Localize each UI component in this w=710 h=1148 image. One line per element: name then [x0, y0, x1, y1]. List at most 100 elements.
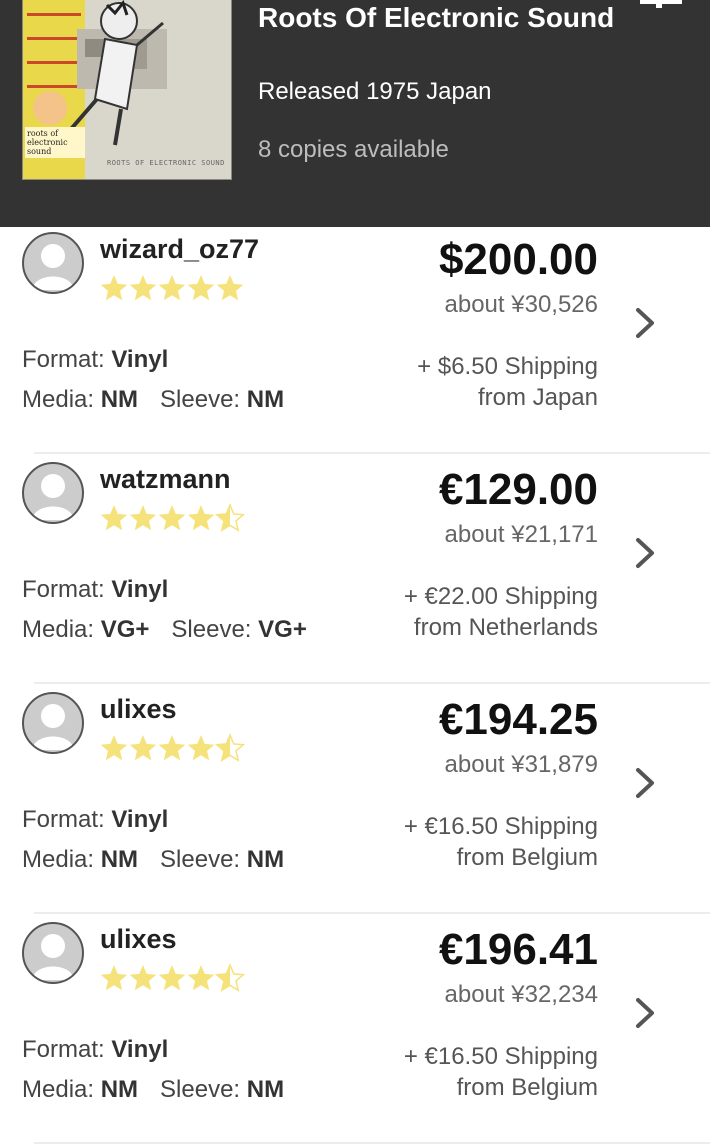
format-label: Format:: [22, 1036, 105, 1063]
listing-row[interactable]: wizard_oz77 $200.00 about ¥30,526 + $6.5…: [0, 228, 710, 458]
sleeve-label: Sleeve:: [160, 1076, 241, 1103]
rating-star-icon: [100, 965, 128, 991]
format-value: Vinyl: [111, 346, 169, 373]
seller-name[interactable]: watzmann: [100, 462, 231, 496]
listing-price: $200.00: [438, 235, 598, 284]
condition-info: Media: NM Sleeve: NM: [22, 845, 284, 875]
ships-from: from Belgium: [456, 844, 598, 871]
shipping-cost: + €16.50 Shipping: [403, 1043, 598, 1070]
format-label: Format:: [22, 576, 105, 603]
release-info: Released 1975 Japan: [258, 78, 492, 105]
seller-avatar: [22, 462, 84, 524]
rating-star-icon: [187, 505, 215, 531]
listing-price: €194.25: [438, 695, 598, 744]
format-value: Vinyl: [111, 1036, 169, 1063]
user-silhouette-icon: [32, 244, 74, 290]
condition-info: Media: VG+ Sleeve: VG+: [22, 615, 307, 645]
listing-row[interactable]: ulixes €196.41 about ¥32,234 + €16.50 Sh…: [0, 918, 710, 1148]
seller-rating-stars: [100, 963, 246, 992]
seller-avatar: [22, 692, 84, 754]
copies-available: 8 copies available: [258, 136, 449, 163]
ships-from: from Netherlands: [413, 614, 598, 641]
rating-star-icon: [187, 735, 215, 761]
media-label: Media:: [22, 846, 95, 873]
listing-divider: [34, 912, 710, 914]
sleeve-label: Sleeve:: [160, 386, 241, 413]
seller-name[interactable]: ulixes: [100, 922, 177, 956]
converted-price: about ¥21,171: [444, 521, 598, 548]
format-value: Vinyl: [111, 806, 169, 833]
rating-star-icon: [129, 505, 157, 531]
media-grade: NM: [100, 1076, 139, 1103]
format-label: Format:: [22, 806, 105, 833]
chevron-right-icon[interactable]: [632, 536, 658, 570]
format-info: Format: Vinyl: [22, 345, 168, 375]
user-silhouette-icon: [32, 934, 74, 980]
sleeve-grade: NM: [246, 846, 285, 873]
sleeve-grade: VG+: [258, 616, 307, 643]
rating-star-icon: [158, 735, 186, 761]
converted-price: about ¥31,879: [444, 751, 598, 778]
ships-from: from Japan: [477, 384, 598, 411]
album-cover-image[interactable]: roots of electronic sound ROOTS OF ELECT…: [22, 0, 232, 180]
cover-title-text: roots of electronic sound: [25, 127, 85, 158]
media-grade: VG+: [100, 616, 150, 643]
rating-star-icon: [187, 275, 215, 301]
listing-row[interactable]: ulixes €194.25 about ¥31,879 + €16.50 Sh…: [0, 688, 710, 918]
shipping-cost: + €22.00 Shipping: [403, 583, 598, 610]
rating-star-icon: [216, 275, 244, 301]
format-value: Vinyl: [111, 576, 169, 603]
shipping-cost: + €16.50 Shipping: [403, 813, 598, 840]
listing-divider: [34, 682, 710, 684]
listing-price: €129.00: [438, 465, 598, 514]
chevron-right-icon[interactable]: [632, 306, 658, 340]
user-silhouette-icon: [32, 474, 74, 520]
rating-star-icon: [129, 965, 157, 991]
release-title: Roots Of Electronic Sound: [258, 2, 615, 33]
seller-avatar: [22, 232, 84, 294]
rating-star-icon: [158, 965, 186, 991]
seller-name[interactable]: ulixes: [100, 692, 177, 726]
converted-price: about ¥30,526: [444, 291, 598, 318]
shipping-cost: + $6.50 Shipping: [417, 353, 598, 380]
rating-star-icon: [100, 505, 128, 531]
format-label: Format:: [22, 346, 105, 373]
media-grade: NM: [100, 386, 139, 413]
sleeve-grade: NM: [246, 386, 285, 413]
filter-menu-icon[interactable]: [640, 0, 682, 10]
seller-avatar: [22, 922, 84, 984]
rating-star-icon: [158, 275, 186, 301]
media-label: Media:: [22, 616, 95, 643]
release-header: roots of electronic sound ROOTS OF ELECT…: [0, 0, 710, 227]
chevron-right-icon[interactable]: [632, 996, 658, 1030]
media-label: Media:: [22, 386, 95, 413]
listing-divider: [34, 452, 710, 454]
rating-star-icon: [100, 275, 128, 301]
rating-star-icon: [187, 965, 215, 991]
ships-from: from Belgium: [456, 1074, 598, 1101]
format-info: Format: Vinyl: [22, 575, 168, 605]
converted-price: about ¥32,234: [444, 981, 598, 1008]
format-info: Format: Vinyl: [22, 1035, 168, 1065]
rating-star-icon: [129, 735, 157, 761]
seller-rating-stars: [100, 503, 246, 532]
media-grade: NM: [100, 846, 139, 873]
user-silhouette-icon: [32, 704, 74, 750]
sleeve-grade: NM: [246, 1076, 285, 1103]
sleeve-label: Sleeve:: [160, 846, 241, 873]
condition-info: Media: NM Sleeve: NM: [22, 385, 284, 415]
rating-star-icon: [158, 505, 186, 531]
seller-rating-stars: [100, 733, 246, 762]
format-info: Format: Vinyl: [22, 805, 168, 835]
listing-divider: [34, 1142, 710, 1144]
chevron-right-icon[interactable]: [632, 766, 658, 800]
seller-name[interactable]: wizard_oz77: [100, 232, 259, 266]
media-label: Media:: [22, 1076, 95, 1103]
cover-bottom-text: ROOTS OF ELECTRONIC SOUND: [107, 159, 225, 167]
sleeve-label: Sleeve:: [171, 616, 252, 643]
listing-row[interactable]: watzmann €129.00 about ¥21,171 + €22.00 …: [0, 458, 710, 688]
rating-star-icon: [100, 735, 128, 761]
seller-rating-stars: [100, 275, 244, 301]
rating-star-icon: [129, 275, 157, 301]
listing-price: €196.41: [438, 925, 598, 974]
